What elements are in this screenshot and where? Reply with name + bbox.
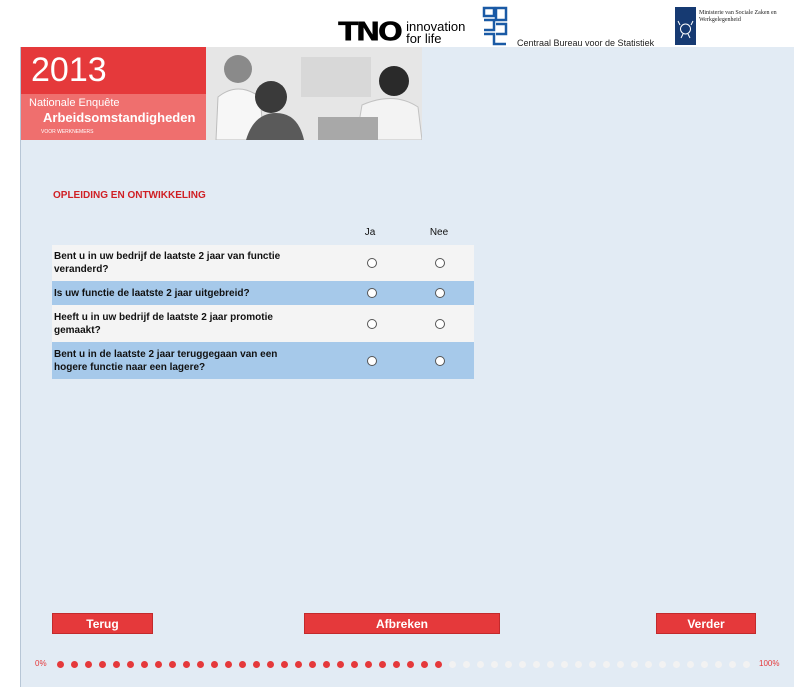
progress-dot-complete	[85, 661, 92, 668]
progress-dot-pending	[659, 661, 666, 668]
progress-dot-pending	[729, 661, 736, 668]
radio-ja[interactable]	[367, 258, 377, 268]
progress-dot-complete	[407, 661, 414, 668]
progress-dot-complete	[211, 661, 218, 668]
progress-dot-pending	[589, 661, 596, 668]
progress-dot-pending	[617, 661, 624, 668]
progress-dot-pending	[743, 661, 750, 668]
progress-dot-pending	[687, 661, 694, 668]
banner-line-3: VOOR WERKNEMERS	[41, 129, 94, 135]
progress-dot-pending	[701, 661, 708, 668]
progress-dot-complete	[323, 661, 330, 668]
progress-dot-complete	[267, 661, 274, 668]
progress-dot-pending	[477, 661, 484, 668]
progress-dot-pending	[631, 661, 638, 668]
radio-nee[interactable]	[435, 355, 445, 366]
section-title: OPLEIDING EN ONTWIKKELING	[53, 190, 206, 201]
rijksoverheid-logo-icon	[675, 7, 696, 45]
progress-dot-complete	[379, 661, 386, 668]
column-header-nee: Nee	[429, 227, 449, 238]
question-row-2: Is uw functie de laatste 2 jaar uitgebre…	[52, 281, 474, 305]
progress-start-label: 0%	[35, 659, 47, 668]
question-table: Bent u in uw bedrijf de laatste 2 jaar v…	[52, 245, 474, 379]
progress-dot-pending	[533, 661, 540, 668]
cbs-logo-icon	[482, 6, 508, 46]
question-row-4: Bent u in de laatste 2 jaar teruggegaan …	[52, 342, 474, 379]
progress-dot-complete	[309, 661, 316, 668]
progress-dot-complete	[197, 661, 204, 668]
question-text: Is uw functie de laatste 2 jaar uitgebre…	[54, 287, 250, 299]
progress-dot-complete	[99, 661, 106, 668]
progress-bar	[57, 661, 757, 669]
question-text: Heeft u in uw bedrijf de laatste 2 jaar …	[54, 311, 273, 336]
next-button[interactable]: Verder	[656, 613, 756, 634]
tno-tagline: innovation for life	[406, 19, 466, 46]
progress-dot-complete	[365, 661, 372, 668]
progress-dot-complete	[141, 661, 148, 668]
progress-dot-pending	[547, 661, 554, 668]
progress-dot-complete	[169, 661, 176, 668]
progress-dot-complete	[393, 661, 400, 668]
progress-dot-complete	[281, 661, 288, 668]
progress-dot-pending	[505, 661, 512, 668]
progress-dot-complete	[225, 661, 232, 668]
progress-dot-pending	[491, 661, 498, 668]
progress-dot-complete	[57, 661, 64, 668]
progress-dot-pending	[575, 661, 582, 668]
radio-ja[interactable]	[367, 318, 377, 329]
progress-dot-complete	[421, 661, 428, 668]
progress-dot-complete	[127, 661, 134, 668]
radio-ja[interactable]	[367, 288, 377, 298]
radio-nee[interactable]	[435, 318, 445, 329]
question-row-1: Bent u in uw bedrijf de laatste 2 jaar v…	[52, 245, 474, 281]
progress-dot-complete	[435, 661, 442, 668]
radio-nee[interactable]	[435, 288, 445, 298]
people-photo-icon	[206, 47, 422, 140]
radio-nee[interactable]	[435, 258, 445, 268]
tno-logo-mark: TNO	[338, 17, 403, 48]
banner-line-2: Arbeidsomstandigheden	[43, 110, 196, 125]
progress-dot-complete	[337, 661, 344, 668]
progress-dot-pending	[449, 661, 456, 668]
progress-dot-complete	[183, 661, 190, 668]
progress-dot-complete	[239, 661, 246, 668]
progress-dot-pending	[715, 661, 722, 668]
progress-dot-pending	[603, 661, 610, 668]
progress-dot-pending	[673, 661, 680, 668]
progress-dot-complete	[295, 661, 302, 668]
progress-dot-complete	[113, 661, 120, 668]
banner-year: 2013	[31, 51, 107, 89]
progress-end-label: 100%	[759, 659, 780, 668]
progress-dot-complete	[253, 661, 260, 668]
progress-dot-pending	[463, 661, 470, 668]
progress-dot-complete	[155, 661, 162, 668]
survey-frame: 2013 Nationale Enquête Arbeidsomstandigh…	[20, 47, 794, 687]
progress-dot-pending	[519, 661, 526, 668]
column-header-ja: Ja	[364, 227, 376, 238]
progress-dot-complete	[71, 661, 78, 668]
back-button[interactable]: Terug	[52, 613, 153, 634]
progress-dot-complete	[351, 661, 358, 668]
question-text: Bent u in de laatste 2 jaar teruggegaan …	[54, 348, 278, 373]
ministry-name: Ministerie van Sociale Zaken en Werkgele…	[699, 10, 777, 23]
banner-photo	[206, 47, 422, 140]
progress-dot-pending	[645, 661, 652, 668]
question-row-3: Heeft u in uw bedrijf de laatste 2 jaar …	[52, 305, 474, 342]
question-text: Bent u in uw bedrijf de laatste 2 jaar v…	[54, 251, 281, 275]
progress-dot-pending	[561, 661, 568, 668]
radio-ja[interactable]	[367, 355, 377, 366]
tno-logo: TNO innovation for life	[338, 18, 465, 48]
cancel-button[interactable]: Afbreken	[304, 613, 500, 634]
banner-line-1: Nationale Enquête	[29, 97, 120, 109]
